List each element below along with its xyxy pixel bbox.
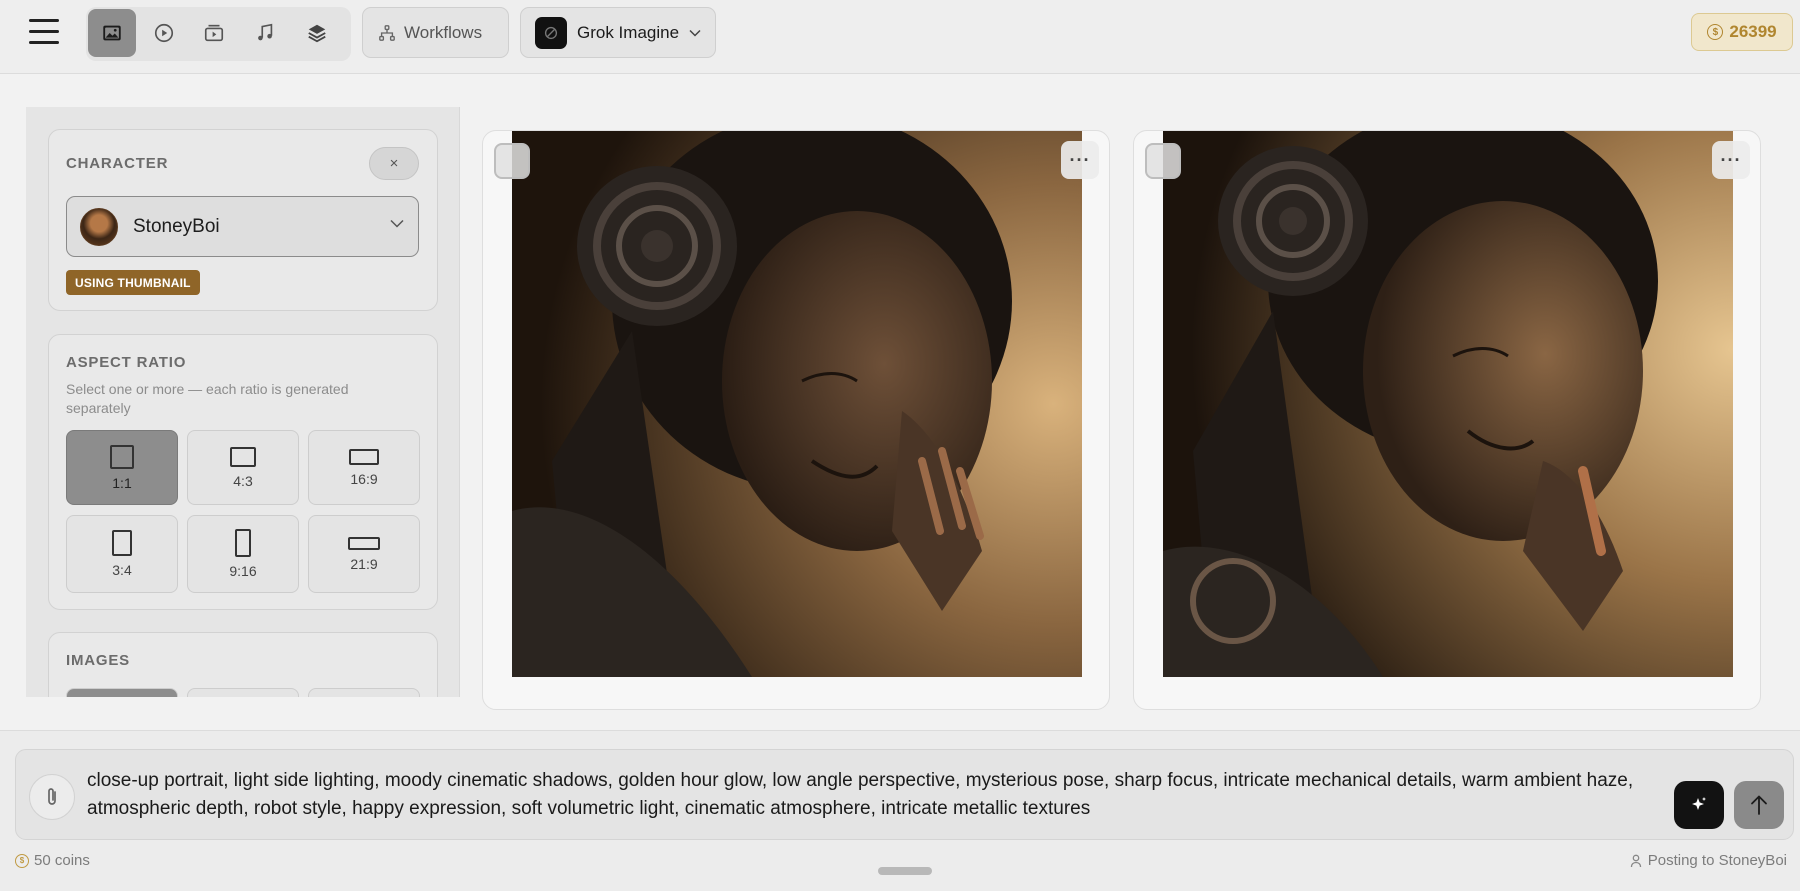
using-thumbnail-badge: USING THUMBNAIL bbox=[66, 270, 200, 295]
aspect-ratio-card: ASPECT RATIO Select one or more — each r… bbox=[48, 334, 438, 610]
ratio-4-3-button[interactable]: 4:3 bbox=[187, 430, 299, 505]
ratio-3-4-button[interactable]: 3:4 bbox=[66, 515, 178, 593]
image-count-option[interactable] bbox=[66, 688, 178, 697]
submit-button[interactable] bbox=[1734, 781, 1784, 829]
top-bar: Workflows Grok Imagine $ 26399 bbox=[0, 0, 1800, 74]
image-count-option[interactable] bbox=[308, 688, 420, 697]
music-note-icon bbox=[258, 23, 273, 41]
attach-button[interactable] bbox=[29, 774, 75, 820]
images-title: IMAGES bbox=[66, 652, 130, 669]
posting-label: Posting to StoneyBoi bbox=[1647, 852, 1787, 869]
prompt-input[interactable]: close-up portrait, light side lighting, … bbox=[87, 767, 1667, 823]
wide-ratio-icon bbox=[349, 448, 379, 465]
posting-target[interactable]: Posting to StoneyBoi bbox=[1630, 852, 1787, 869]
image-mode-button[interactable] bbox=[88, 9, 136, 57]
close-icon: × bbox=[389, 155, 399, 172]
ratio-1-1-button[interactable]: 1:1 bbox=[66, 430, 178, 505]
music-mode-button[interactable] bbox=[241, 9, 289, 57]
aspect-ratio-subtitle: Select one or more — each ratio is gener… bbox=[66, 381, 349, 416]
portrait-ratio-icon bbox=[112, 530, 132, 556]
ratio-label: 3:4 bbox=[112, 562, 132, 578]
drag-handle[interactable] bbox=[878, 867, 932, 875]
user-icon bbox=[1630, 854, 1641, 867]
image-result-card[interactable]: ··· bbox=[1133, 130, 1761, 710]
workflows-button[interactable]: Workflows bbox=[362, 7, 509, 58]
coin-icon: $ bbox=[15, 853, 29, 868]
coin-icon: $ bbox=[1707, 24, 1724, 40]
ratio-label: 1:1 bbox=[112, 474, 132, 491]
chevron-down-icon bbox=[390, 219, 404, 228]
image-result-card[interactable]: ··· bbox=[482, 130, 1110, 710]
ratio-label: 4:3 bbox=[233, 472, 253, 489]
model-label: Grok Imagine bbox=[577, 22, 680, 42]
generated-image[interactable] bbox=[512, 131, 1082, 677]
ratio-9-16-button[interactable]: 9:16 bbox=[187, 515, 299, 593]
ultrawide-ratio-icon bbox=[348, 536, 380, 550]
landscape-ratio-icon bbox=[230, 446, 256, 467]
images-card: IMAGES bbox=[48, 632, 438, 697]
workflow-icon bbox=[379, 24, 395, 41]
ratio-label: 21:9 bbox=[350, 555, 378, 572]
sparkle-icon bbox=[1692, 797, 1706, 810]
chevron-down-icon bbox=[689, 29, 701, 37]
avatar bbox=[80, 207, 118, 246]
film-icon bbox=[204, 24, 224, 42]
slideshow-mode-button[interactable] bbox=[190, 9, 238, 57]
arrow-up-icon bbox=[1751, 795, 1767, 815]
select-checkbox[interactable] bbox=[1145, 143, 1181, 179]
clear-character-button[interactable]: × bbox=[369, 147, 419, 180]
prompt-area: close-up portrait, light side lighting, … bbox=[0, 730, 1800, 891]
layers-icon bbox=[308, 24, 326, 43]
tall-ratio-icon bbox=[235, 529, 251, 557]
square-ratio-icon bbox=[110, 444, 134, 469]
coin-balance-value: 26399 bbox=[1729, 22, 1777, 41]
mode-switcher bbox=[86, 7, 351, 61]
enhance-prompt-button[interactable] bbox=[1674, 781, 1724, 829]
character-title: CHARACTER bbox=[66, 155, 169, 172]
cost-label: 50 coins bbox=[34, 852, 90, 869]
play-icon bbox=[154, 23, 174, 43]
layers-mode-button[interactable] bbox=[293, 9, 341, 57]
generation-cost: $ 50 coins bbox=[15, 852, 90, 869]
ratio-21-9-button[interactable]: 21:9 bbox=[308, 515, 420, 593]
menu-icon[interactable] bbox=[29, 17, 61, 47]
grok-logo-icon bbox=[535, 16, 567, 49]
more-options-icon[interactable]: ··· bbox=[1061, 141, 1099, 179]
ratio-label: 9:16 bbox=[229, 563, 257, 579]
workflows-label: Workflows bbox=[404, 22, 483, 42]
aspect-ratio-title: ASPECT RATIO bbox=[66, 354, 187, 371]
character-name: StoneyBoi bbox=[133, 215, 220, 237]
character-card: CHARACTER × StoneyBoi USING THUMBNAIL bbox=[48, 129, 438, 311]
coin-balance[interactable]: $ 26399 bbox=[1691, 13, 1793, 51]
more-options-icon[interactable]: ··· bbox=[1712, 141, 1750, 179]
character-select[interactable]: StoneyBoi bbox=[66, 196, 419, 257]
image-icon bbox=[103, 25, 121, 41]
paperclip-icon bbox=[48, 788, 56, 805]
prompt-box: close-up portrait, light side lighting, … bbox=[15, 749, 1794, 840]
video-mode-button[interactable] bbox=[140, 9, 188, 57]
image-count-option[interactable] bbox=[187, 688, 299, 697]
generated-image[interactable] bbox=[1163, 131, 1733, 677]
ratio-label: 16:9 bbox=[350, 470, 378, 487]
select-checkbox[interactable] bbox=[494, 143, 530, 179]
ratio-16-9-button[interactable]: 16:9 bbox=[308, 430, 420, 505]
settings-panel: CHARACTER × StoneyBoi USING THUMBNAIL AS… bbox=[26, 107, 460, 697]
model-selector[interactable]: Grok Imagine bbox=[520, 7, 716, 58]
